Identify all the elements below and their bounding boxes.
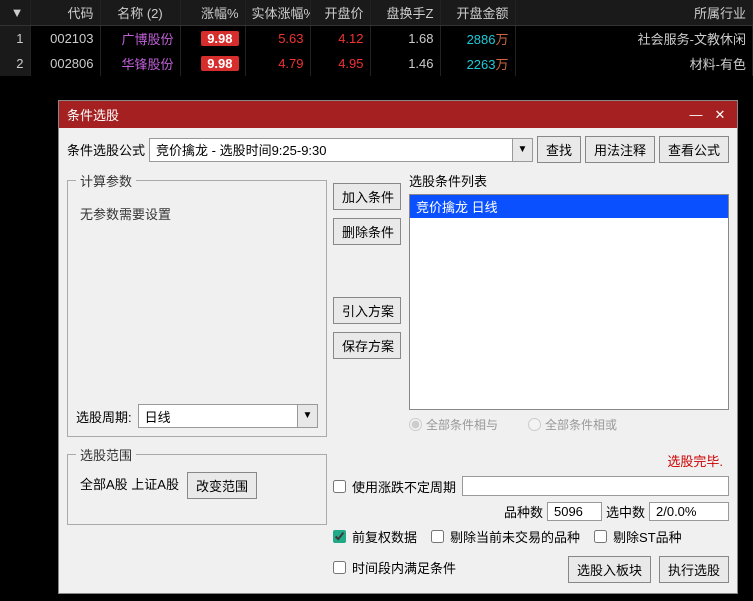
formula-combo[interactable]: 竞价擒龙 - 选股时间9:25-9:30 ▼	[149, 138, 533, 162]
cell-turn: 1.68	[370, 26, 440, 52]
col-open[interactable]: 开盘价	[310, 0, 370, 26]
cell-open: 4.12	[310, 26, 370, 52]
radio-or[interactable]: 全部条件相或	[528, 416, 617, 433]
table-corner-menu[interactable]: ▼	[0, 0, 30, 26]
delete-condition-button[interactable]: 删除条件	[333, 218, 401, 245]
time-full-checkbox[interactable]	[333, 561, 346, 574]
calc-params-group: 计算参数 无参数需要设置 选股周期: 日线 ▼	[67, 171, 327, 437]
formula-label: 条件选股公式	[67, 140, 145, 159]
range-group: 选股范围 全部A股 上证A股 改变范围	[67, 445, 327, 525]
remove-st-checkbox[interactable]	[594, 530, 607, 543]
table-row[interactable]: 2002806华锋股份9.984.794.951.462263万材料-有色	[0, 51, 753, 76]
view-source-button[interactable]: 查看公式	[659, 136, 729, 163]
to-block-button[interactable]: 选股入板块	[568, 556, 651, 583]
time-full-label: 时间段内满足条件	[352, 558, 456, 577]
use-period-checkbox[interactable]	[333, 480, 346, 493]
col-code[interactable]: 代码	[30, 0, 100, 26]
cell-amount: 2263万	[440, 51, 515, 76]
close-icon[interactable]: ✕	[711, 107, 729, 123]
dialog-titlebar[interactable]: 条件选股 — ✕	[59, 101, 737, 128]
product-count: 5096	[547, 502, 602, 521]
use-period-label: 使用涨跌不定周期	[352, 477, 456, 496]
status-text: 选股完毕.	[333, 451, 729, 470]
remove-st-label: 剔除ST品种	[613, 527, 682, 546]
cell-amount: 2886万	[440, 26, 515, 52]
period-combo[interactable]: 日线 ▼	[138, 404, 318, 428]
cell-turn: 1.46	[370, 51, 440, 76]
radio-and[interactable]: 全部条件相与	[409, 416, 498, 433]
col-industry[interactable]: 所属行业	[515, 0, 753, 26]
condition-listbox[interactable]: 竞价擒龙 日线	[409, 194, 729, 410]
list-item[interactable]: 竞价擒龙 日线	[410, 195, 728, 218]
search-button[interactable]: 查找	[537, 136, 581, 163]
remove-nontrade-checkbox[interactable]	[431, 530, 444, 543]
cell-code: 002103	[30, 26, 100, 52]
col-name[interactable]: 名称 (2)	[100, 0, 180, 26]
add-condition-button[interactable]: 加入条件	[333, 183, 401, 210]
table-header-row: ▼ 代码 名称 (2) 涨幅% 实体涨幅% 开盘价 盘换手Z 开盘金额 所属行业	[0, 0, 753, 26]
row-index: 1	[0, 26, 30, 52]
period-label: 选股周期:	[76, 407, 132, 426]
cell-code: 002806	[30, 51, 100, 76]
product-count-label: 品种数	[504, 502, 543, 521]
cell-name: 广博股份	[100, 26, 180, 52]
cell-body: 4.79	[245, 51, 310, 76]
dialog-title: 条件选股	[67, 105, 681, 124]
usage-button[interactable]: 用法注释	[585, 136, 655, 163]
cond-list-legend: 选股条件列表	[409, 171, 729, 190]
table-row[interactable]: 1002103广博股份9.985.634.121.682886万社会服务-文教休…	[0, 26, 753, 52]
cell-industry: 社会服务-文教休闲	[515, 26, 753, 52]
row-index: 2	[0, 51, 30, 76]
period-input[interactable]	[462, 476, 729, 496]
range-legend: 选股范围	[76, 445, 136, 464]
cell-open: 4.95	[310, 51, 370, 76]
col-turnover[interactable]: 盘换手Z	[370, 0, 440, 26]
remove-nontrade-label: 剔除当前未交易的品种	[450, 527, 580, 546]
cell-industry: 材料-有色	[515, 51, 753, 76]
calc-params-legend: 计算参数	[76, 171, 136, 190]
cell-pct: 9.98	[180, 26, 245, 52]
col-amount[interactable]: 开盘金额	[440, 0, 515, 26]
period-value: 日线	[139, 407, 297, 426]
save-plan-button[interactable]: 保存方案	[333, 332, 401, 359]
cell-name: 华锋股份	[100, 51, 180, 76]
fuquan-label: 前复权数据	[352, 527, 417, 546]
hit-label: 选中数	[606, 502, 645, 521]
condition-select-dialog: 条件选股 — ✕ 条件选股公式 竞价擒龙 - 选股时间9:25-9:30 ▼ 查…	[58, 100, 738, 594]
stock-table: ▼ 代码 名称 (2) 涨幅% 实体涨幅% 开盘价 盘换手Z 开盘金额 所属行业…	[0, 0, 753, 76]
col-body-pct[interactable]: 实体涨幅%	[245, 0, 310, 26]
hit-count: 2/0.0%	[649, 502, 729, 521]
cell-pct: 9.98	[180, 51, 245, 76]
chevron-down-icon[interactable]: ▼	[512, 139, 532, 161]
fuquan-checkbox[interactable]	[333, 530, 346, 543]
import-plan-button[interactable]: 引入方案	[333, 297, 401, 324]
chevron-down-icon[interactable]: ▼	[297, 405, 317, 427]
minimize-icon[interactable]: —	[687, 107, 705, 122]
col-pct[interactable]: 涨幅%	[180, 0, 245, 26]
params-none-text: 无参数需要设置	[76, 196, 318, 396]
range-text: 全部A股 上证A股	[80, 474, 179, 493]
cell-body: 5.63	[245, 26, 310, 52]
formula-value: 竞价擒龙 - 选股时间9:25-9:30	[150, 140, 512, 159]
change-range-button[interactable]: 改变范围	[187, 472, 257, 499]
run-button[interactable]: 执行选股	[659, 556, 729, 583]
